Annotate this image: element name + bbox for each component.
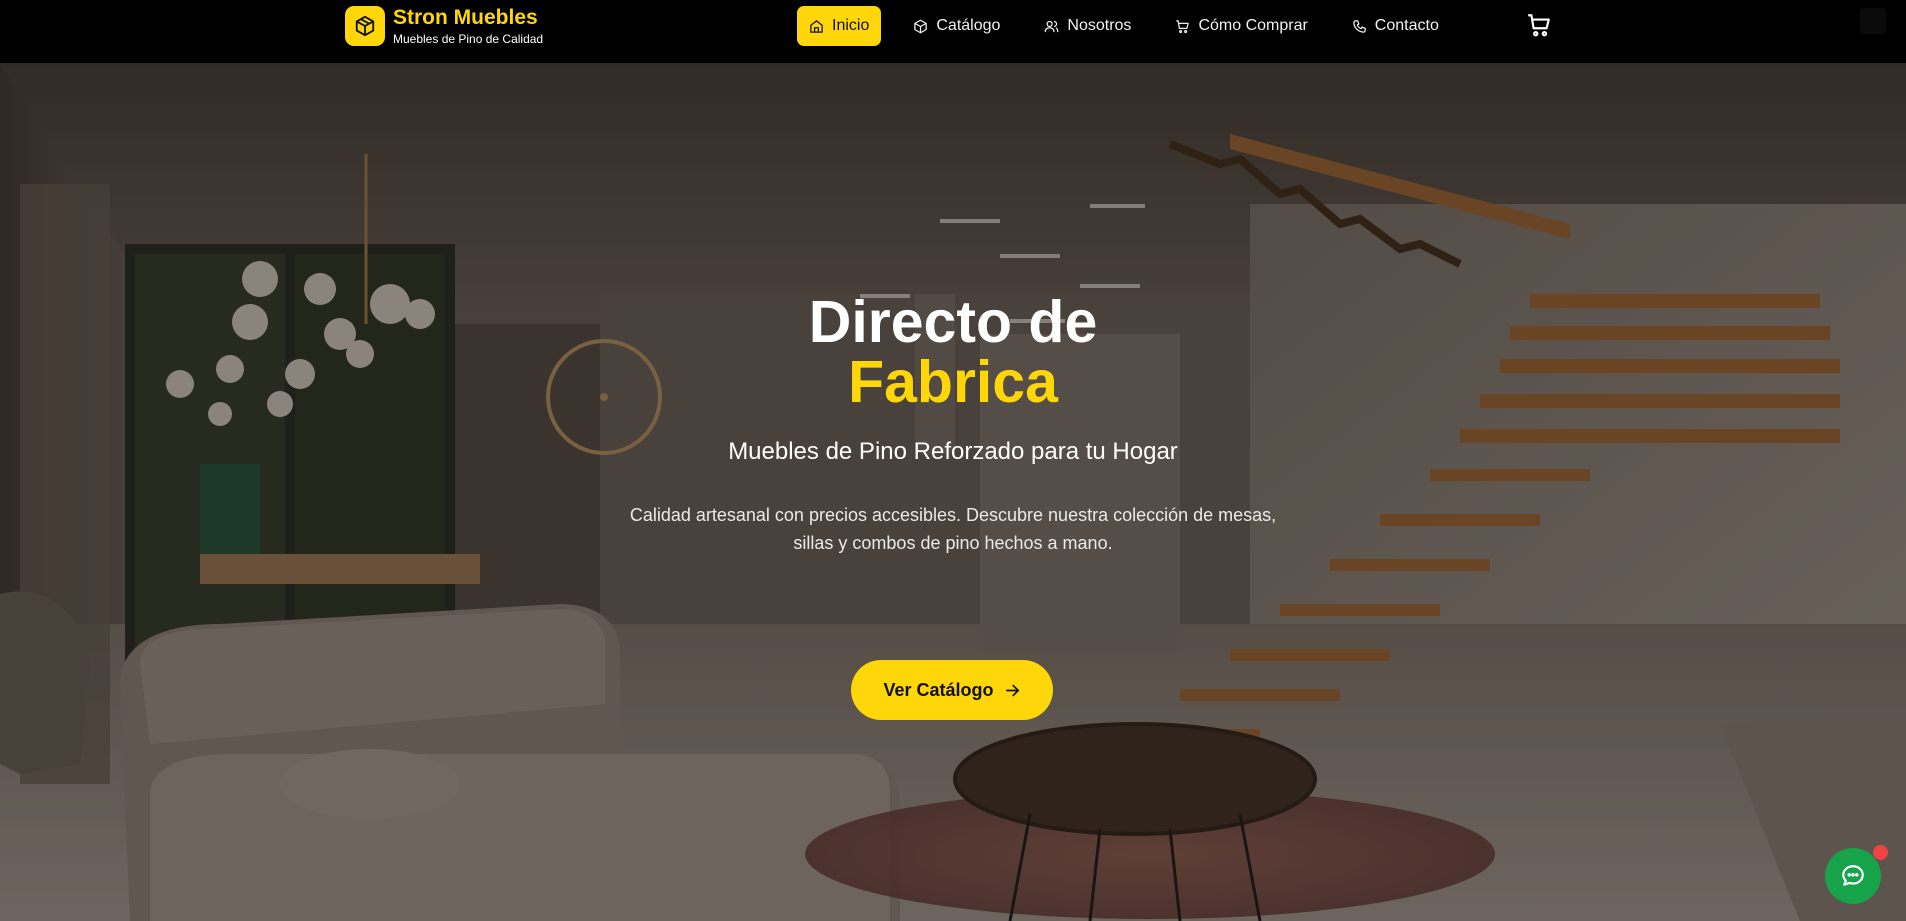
nav-item-como-comprar[interactable]: Cómo Comprar — [1163, 6, 1319, 46]
brand-name: Stron Muebles — [393, 6, 538, 29]
top-navbar: Stron Muebles Muebles de Pino de Calidad… — [0, 0, 1906, 64]
cta-label: Ver Catálogo — [883, 679, 994, 700]
cart-button[interactable] — [1526, 12, 1552, 43]
hero-section — [0, 64, 1906, 921]
nav-item-inicio[interactable]: Inicio — [797, 6, 882, 46]
phone-icon — [1353, 19, 1366, 33]
nav-item-label: Inicio — [832, 17, 870, 34]
hero-subtitle: Muebles de Pino Reforzado para tu Hogar — [728, 438, 1178, 465]
main-nav: Inicio Catálogo Nosotros Cómo Comprar Co… — [797, 6, 1471, 46]
nav-item-label: Contacto — [1374, 17, 1439, 34]
brand[interactable]: Stron Muebles Muebles de Pino de Calidad — [345, 6, 543, 46]
brand-tagline: Muebles de Pino de Calidad — [393, 32, 544, 46]
nav-item-label: Nosotros — [1067, 17, 1132, 34]
hero-title-line1: Directo de — [808, 289, 1098, 355]
arrow-right-icon — [1005, 684, 1019, 696]
users-icon — [1045, 20, 1059, 32]
nav-item-label: Cómo Comprar — [1198, 17, 1308, 34]
nav-item-catalogo[interactable]: Catálogo — [901, 6, 1012, 46]
cart-icon — [1176, 19, 1190, 33]
chat-icon — [1842, 865, 1864, 886]
nav-item-contacto[interactable]: Contacto — [1340, 6, 1451, 46]
nav-item-nosotros[interactable]: Nosotros — [1032, 6, 1143, 46]
home-icon — [810, 19, 823, 33]
hero-title-line2: Fabrica — [848, 349, 1058, 415]
corner-widget — [1860, 8, 1886, 34]
chat-button[interactable] — [1825, 848, 1881, 904]
box-icon — [345, 6, 385, 46]
box-icon — [914, 19, 928, 33]
nav-item-label: Catálogo — [936, 17, 1001, 34]
notification-badge — [1873, 845, 1888, 860]
hero-overlay — [0, 64, 1906, 921]
view-catalog-button[interactable]: Ver Catálogo — [851, 660, 1053, 720]
cart-icon — [1528, 14, 1550, 37]
hero-description: Calidad artesanal con precios accesibles… — [629, 505, 1277, 553]
